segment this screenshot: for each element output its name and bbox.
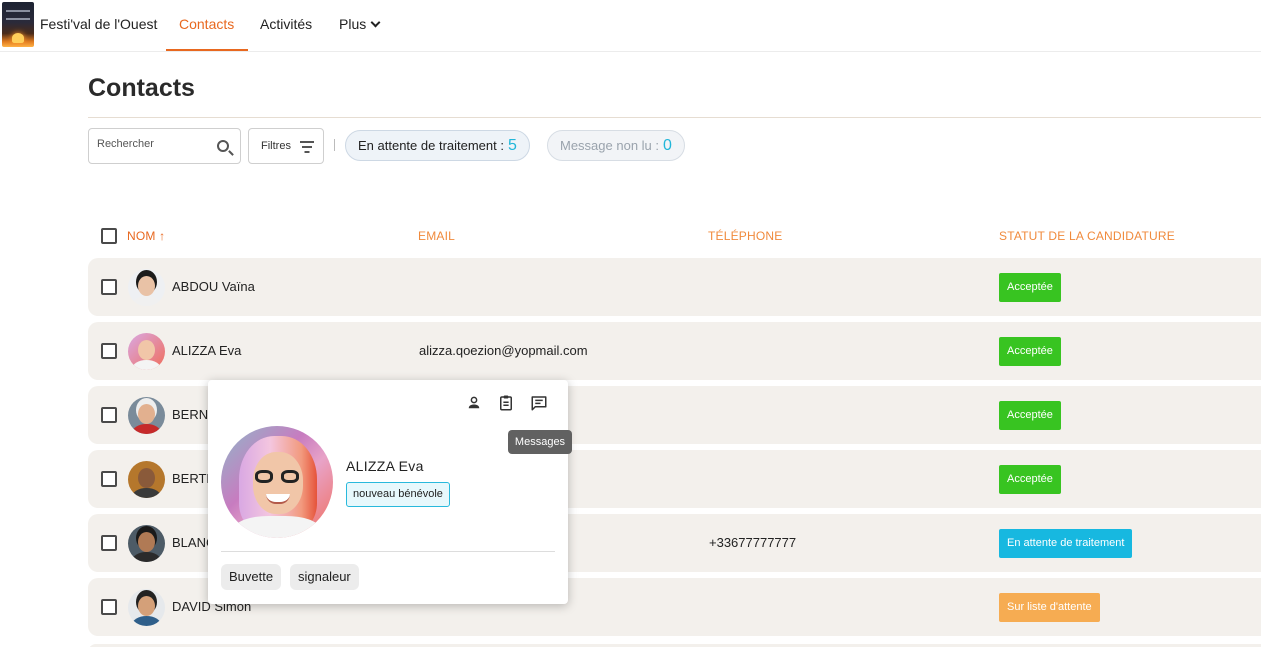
table-row[interactable]: ALIZZA Eva alizza.qoezion@yopmail.com Ac… (88, 322, 1261, 380)
sort-arrow-up-icon: ↑ (159, 229, 166, 243)
row-checkbox[interactable] (101, 599, 117, 615)
filter-icon (300, 141, 314, 153)
page-title: Contacts (88, 74, 195, 102)
column-header-nom[interactable]: NOM ↑ (127, 229, 165, 243)
select-all-checkbox[interactable] (101, 228, 117, 244)
filters-label: Filtres (261, 140, 291, 152)
tab-activites[interactable]: Activités (260, 16, 312, 32)
search-icon[interactable] (217, 140, 229, 152)
avatar[interactable] (128, 269, 165, 306)
popover-contact-name: ALIZZA Eva (346, 458, 424, 474)
volunteer-badge: nouveau bénévole (346, 482, 450, 507)
avatar[interactable] (128, 397, 165, 434)
top-navbar: Festi'val de l'Ouest Contacts Activités … (0, 0, 1261, 52)
unread-label: Message non lu : (560, 138, 660, 153)
clipboard-icon[interactable] (497, 394, 515, 412)
chevron-down-icon (370, 17, 381, 28)
row-checkbox[interactable] (101, 407, 117, 423)
row-checkbox[interactable] (101, 343, 117, 359)
pending-label: En attente de traitement : (358, 138, 504, 153)
tab-contacts[interactable]: Contacts (179, 16, 234, 32)
contact-name[interactable]: ABDOU Vaïna (172, 279, 255, 294)
tab-plus-label: Plus (339, 16, 367, 32)
avatar[interactable] (128, 589, 165, 626)
contact-email: alizza.qoezion@yopmail.com (419, 343, 588, 358)
active-tab-indicator (166, 49, 248, 51)
festival-logo[interactable] (2, 2, 34, 47)
status-badge: En attente de traitement (999, 529, 1133, 558)
column-header-telephone[interactable]: TÉLÉPHONE (708, 229, 783, 243)
pending-filter-chip[interactable]: En attente de traitement :5 (345, 130, 530, 161)
avatar[interactable] (128, 333, 165, 370)
status-badge: Acceptée (999, 465, 1061, 494)
avatar[interactable] (128, 461, 165, 498)
avatar[interactable] (128, 525, 165, 562)
search-input[interactable] (97, 138, 207, 150)
unread-count: 0 (663, 137, 672, 154)
table-row[interactable]: ABDOU Vaïna Acceptée (88, 258, 1261, 316)
profile-icon[interactable] (465, 394, 483, 412)
contact-popover: ALIZZA Eva nouveau bénévole Buvette sign… (208, 380, 568, 604)
title-divider (88, 117, 1261, 118)
status-badge: Acceptée (999, 273, 1061, 302)
contact-phone: +33677777777 (709, 535, 797, 550)
contact-name[interactable]: ALIZZA Eva (172, 343, 241, 358)
contact-photo (221, 426, 333, 538)
messages-tooltip: Messages (508, 430, 572, 454)
activity-tag: Buvette (221, 564, 282, 590)
tab-plus[interactable]: Plus (339, 16, 381, 32)
filters-button[interactable]: Filtres (248, 128, 324, 164)
toolbar-divider (334, 139, 335, 151)
row-checkbox[interactable] (101, 535, 117, 551)
column-header-statut[interactable]: STATUT DE LA CANDIDATURE (999, 229, 1175, 243)
app-title[interactable]: Festi'val de l'Ouest (40, 16, 157, 32)
search-box[interactable] (88, 128, 241, 164)
status-badge: Acceptée (999, 337, 1061, 366)
message-icon[interactable] (530, 394, 548, 412)
popover-divider (221, 551, 555, 552)
row-checkbox[interactable] (101, 471, 117, 487)
status-badge: Acceptée (999, 401, 1061, 430)
column-header-nom-label: NOM (127, 229, 156, 243)
pending-count: 5 (507, 137, 517, 154)
status-badge: Sur liste d'attente (999, 593, 1100, 622)
column-header-email[interactable]: EMAIL (418, 229, 455, 243)
activity-tag: signaleur (290, 564, 359, 590)
unread-filter-chip[interactable]: Message non lu :0 (547, 130, 685, 161)
row-checkbox[interactable] (101, 279, 117, 295)
